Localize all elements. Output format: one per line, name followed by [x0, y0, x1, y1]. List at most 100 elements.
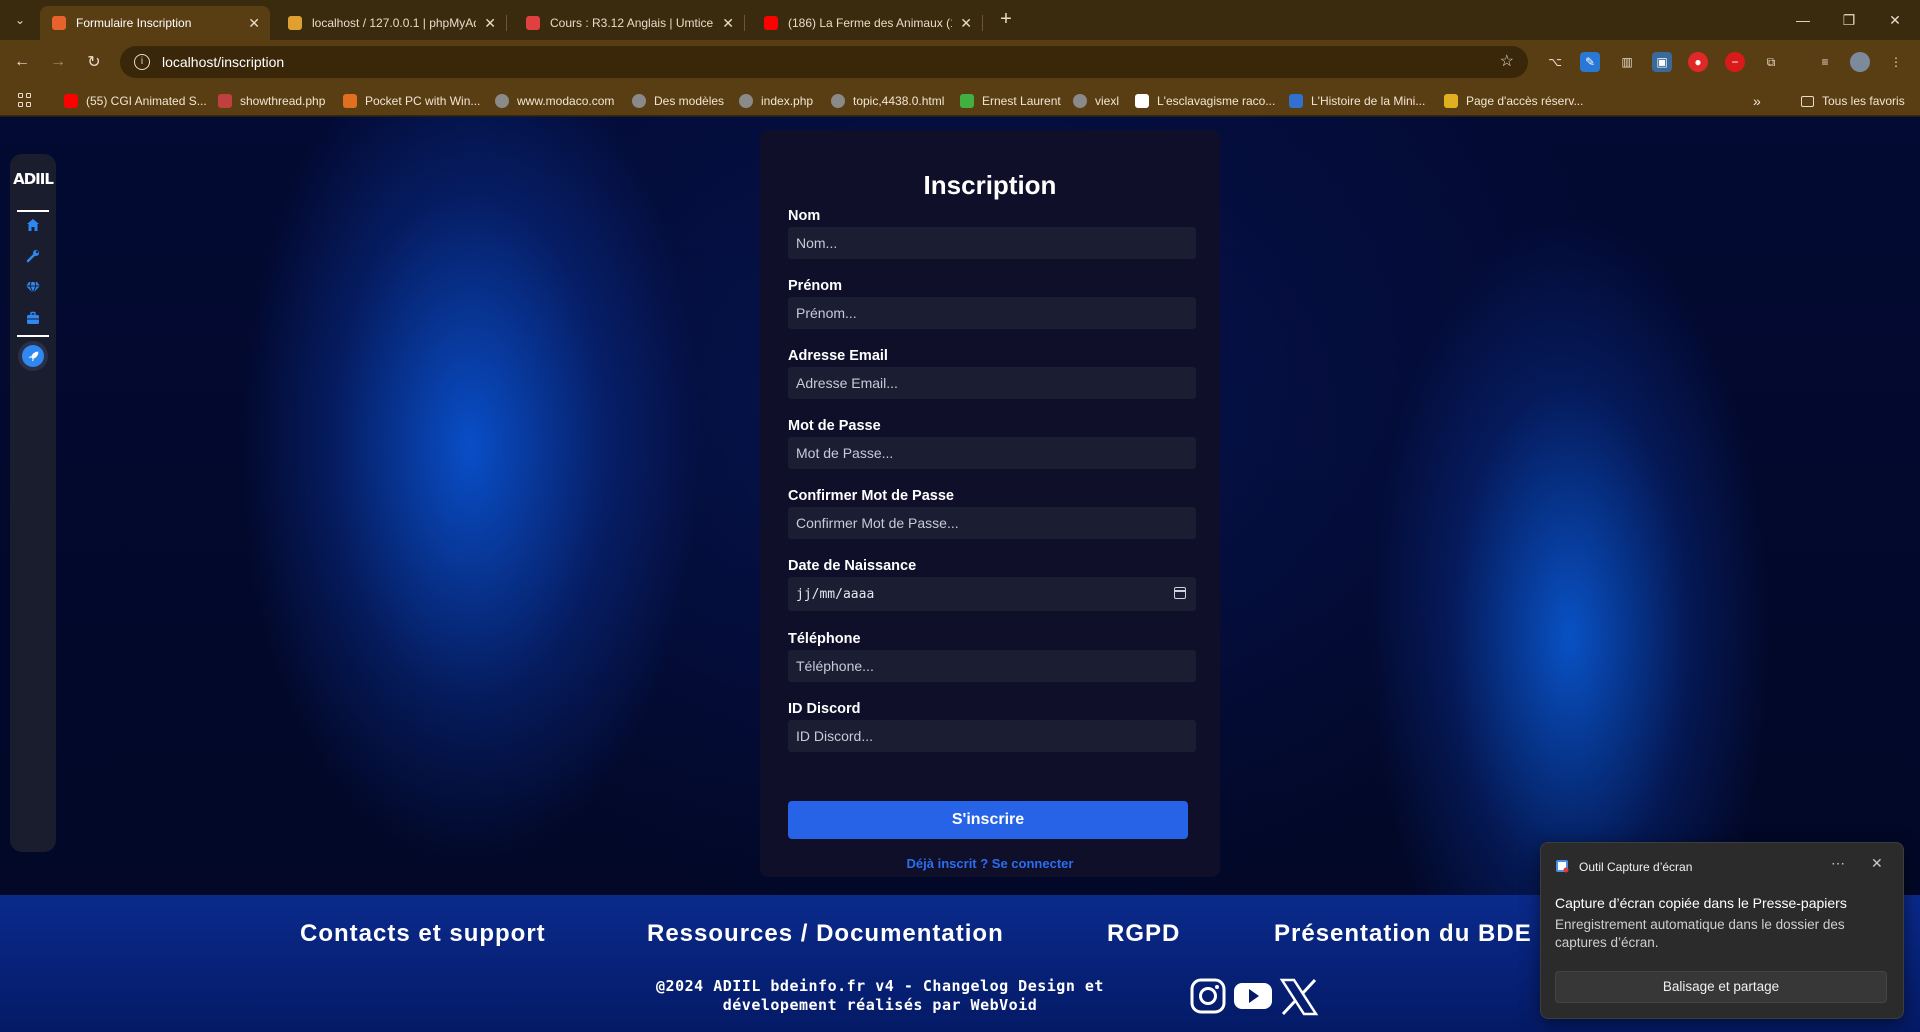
notification-body: Enregistrement automatique dans le dossi…	[1555, 917, 1845, 950]
minimize-button[interactable]: —	[1780, 0, 1826, 40]
prenom-input[interactable]: Prénom...	[788, 297, 1196, 329]
field-label-prenom: Prénom	[788, 278, 842, 294]
tab-youtube[interactable]: (186) La Ferme des Animaux (1 ✕	[752, 6, 983, 40]
x-icon[interactable]	[1279, 977, 1319, 1022]
diamond-icon[interactable]	[22, 276, 44, 298]
footer-link-rgpd[interactable]: RGPD	[1107, 920, 1180, 948]
tab-title: Cours : R3.12 Anglais | Umtice	[550, 16, 714, 30]
discord-id-input[interactable]: ID Discord...	[788, 720, 1196, 752]
bookmarks-bar: (55) CGI Animated S... showthread.php Po…	[0, 84, 1920, 116]
briefcase-icon[interactable]	[22, 307, 44, 329]
close-icon[interactable]: ✕	[484, 15, 496, 32]
close-icon[interactable]: ✕	[722, 15, 734, 32]
signup-button[interactable]: S'inscrire	[788, 801, 1188, 839]
footer-link-resources[interactable]: Ressources / Documentation	[647, 920, 1004, 948]
tools-icon[interactable]	[22, 245, 44, 267]
close-icon[interactable]: ✕	[248, 15, 260, 32]
url-text[interactable]: localhost/inscription	[162, 54, 284, 70]
youtube-icon	[64, 94, 78, 108]
globe-icon	[632, 94, 646, 108]
youtube-icon[interactable]	[1233, 979, 1273, 1018]
screenshot-notification[interactable]: Outil Capture d’écran ⋯ ✕ Capture d’écra…	[1540, 842, 1904, 1019]
nom-input[interactable]: Nom...	[788, 227, 1196, 259]
bookmark-item[interactable]: showthread.php	[218, 92, 325, 110]
bookmark-item[interactable]: (55) CGI Animated S...	[64, 92, 207, 110]
phone-input[interactable]: Téléphone...	[788, 650, 1196, 682]
field-label-email: Adresse Email	[788, 348, 888, 364]
page-viewport: ADIIL Inscription Nom Nom... Prénom Prén…	[0, 117, 1920, 1032]
birthdate-input[interactable]: jj/mm/aaaa	[788, 577, 1196, 611]
password-input[interactable]: Mot de Passe...	[788, 437, 1196, 469]
tab-favicon	[764, 16, 778, 30]
site-info-icon[interactable]: i	[134, 54, 150, 70]
bookmark-item[interactable]: viexl	[1073, 92, 1119, 110]
notification-app-name: Outil Capture d’écran	[1579, 860, 1693, 874]
window-close-button[interactable]: ✕	[1872, 0, 1918, 40]
translate-icon[interactable]: ⌥	[1545, 52, 1565, 72]
tab-bar: ⌄ Formulaire Inscription ✕ localhost / 1…	[0, 0, 1920, 40]
bookmarks-overflow-button[interactable]: »	[1753, 92, 1761, 110]
rocket-icon[interactable]	[18, 341, 48, 371]
bookmark-item[interactable]: Ernest Laurent	[960, 92, 1061, 110]
globe-icon	[831, 94, 845, 108]
field-label-birthdate: Date de Naissance	[788, 558, 917, 574]
trash-extension-icon[interactable]: ▥	[1617, 52, 1637, 72]
login-link[interactable]: Déjà inscrit ? Se connecter	[760, 856, 1220, 871]
close-icon[interactable]: ✕	[960, 15, 972, 32]
tab-umtice[interactable]: Cours : R3.12 Anglais | Umtice ✕	[514, 6, 745, 40]
profile-avatar[interactable]	[1850, 52, 1870, 72]
bookmark-item[interactable]: Des modèles	[632, 92, 724, 110]
menu-icon[interactable]: ⋮	[1886, 52, 1906, 72]
tab-formulaire-inscription[interactable]: Formulaire Inscription ✕	[40, 6, 270, 40]
tab-favicon	[526, 16, 540, 30]
email-input[interactable]: Adresse Email...	[788, 367, 1196, 399]
bookmark-star-icon[interactable]: ☆	[1500, 51, 1514, 71]
more-options-icon[interactable]: ⋯	[1831, 855, 1845, 872]
page-icon	[960, 94, 974, 108]
reload-button[interactable]: ↻	[82, 50, 106, 74]
bookmark-item[interactable]: L'Histoire de la Mini...	[1289, 92, 1425, 110]
tab-title: (186) La Ferme des Animaux (1	[788, 16, 953, 30]
site-logo[interactable]: ADIIL	[12, 170, 54, 188]
instagram-icon[interactable]	[1189, 977, 1227, 1020]
bookmark-item[interactable]: www.modaco.com	[495, 92, 614, 110]
tab-title: Formulaire Inscription	[76, 16, 192, 30]
back-button[interactable]: ←	[10, 50, 34, 74]
adblock-extension-icon[interactable]: −	[1725, 52, 1745, 72]
field-label-discord: ID Discord	[788, 701, 861, 717]
tab-search-button[interactable]: ⌄	[8, 8, 32, 32]
new-tab-button[interactable]: +	[994, 8, 1018, 32]
restore-button[interactable]: ❐	[1826, 0, 1872, 40]
tab-phpmyadmin[interactable]: localhost / 127.0.0.1 | phpMyAd ✕	[276, 6, 507, 40]
all-favorites-folder[interactable]: Tous les favoris	[1801, 92, 1905, 110]
footer-link-bde[interactable]: Présentation du BDE	[1274, 920, 1532, 948]
pen-extension-icon[interactable]: ✎	[1580, 52, 1600, 72]
page-icon	[1135, 94, 1149, 108]
tab-title: localhost / 127.0.0.1 | phpMyAd	[312, 16, 477, 30]
bookmark-item[interactable]: Pocket PC with Win...	[343, 92, 480, 110]
footer-link-contacts[interactable]: Contacts et support	[300, 920, 546, 948]
tab-favicon	[288, 16, 302, 30]
field-label-confirm-password: Confirmer Mot de Passe	[788, 488, 954, 504]
address-bar[interactable]: i localhost/inscription ☆	[120, 46, 1528, 78]
date-placeholder: jj/mm/aaaa	[796, 586, 875, 602]
bookmark-item[interactable]: topic,4438.0.html	[831, 92, 944, 110]
home-icon[interactable]	[22, 214, 44, 236]
bookmark-item[interactable]: index.php	[739, 92, 813, 110]
forward-button[interactable]: →	[46, 50, 70, 74]
bookmark-item[interactable]: L'esclavagisme raco...	[1135, 92, 1275, 110]
apps-icon[interactable]	[18, 93, 32, 107]
close-icon[interactable]: ✕	[1871, 855, 1883, 872]
extensions-icon[interactable]: ⧉	[1761, 52, 1781, 72]
form-title: Inscription	[923, 170, 1057, 200]
folder-icon	[1801, 95, 1814, 107]
confirm-password-input[interactable]: Confirmer Mot de Passe...	[788, 507, 1196, 539]
record-extension-icon[interactable]: ●	[1688, 52, 1708, 72]
screen-extension-icon[interactable]: ▣	[1652, 52, 1672, 72]
markup-and-share-button[interactable]: Balisage et partage	[1555, 971, 1887, 1003]
side-navigation: ADIIL	[10, 154, 56, 852]
bookmark-item[interactable]: Page d'accès réserv...	[1444, 92, 1583, 110]
calendar-icon[interactable]	[1174, 587, 1186, 599]
media-control-icon[interactable]: ≡	[1815, 52, 1835, 72]
field-label-phone: Téléphone	[788, 631, 861, 647]
